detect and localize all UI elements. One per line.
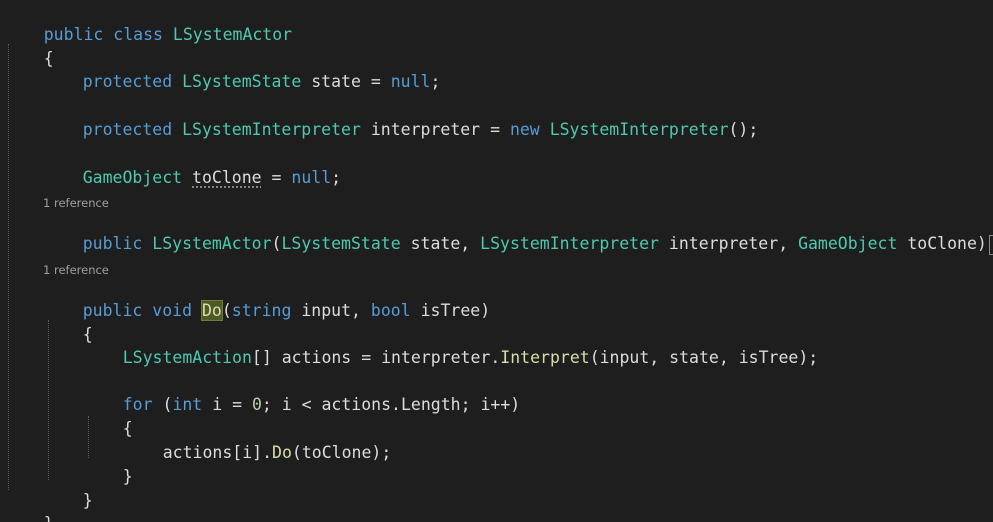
keyword: public bbox=[82, 234, 143, 253]
punctuation: ) bbox=[510, 395, 521, 414]
class-name: LSystemActor bbox=[172, 25, 293, 44]
keyword: new bbox=[509, 120, 540, 139]
parameter: state bbox=[410, 234, 461, 253]
code-line[interactable]: } bbox=[4, 491, 54, 522]
code-line[interactable]: for (int i = 0; i < actions.Length; i++) bbox=[83, 372, 520, 414]
keyword: null bbox=[390, 72, 431, 91]
highlighted-method-name[interactable]: Do bbox=[200, 300, 223, 321]
type-name: LSystemInterpreter bbox=[182, 120, 361, 139]
punctuation: ; bbox=[331, 168, 342, 187]
identifier: i bbox=[212, 395, 223, 414]
identifier: actions bbox=[281, 348, 352, 367]
code-editor[interactable]: public class LSystemActor { protected LS… bbox=[0, 0, 993, 522]
punctuation: . bbox=[490, 348, 501, 367]
method-name: Interpret bbox=[500, 348, 590, 367]
punctuation: . bbox=[391, 395, 401, 414]
punctuation: , bbox=[778, 234, 789, 253]
punctuation: ); bbox=[371, 443, 392, 462]
keyword: void bbox=[152, 301, 193, 320]
identifier: interpreter bbox=[370, 120, 481, 139]
code-line[interactable]: { bbox=[83, 396, 133, 438]
parameter: interpreter bbox=[668, 234, 779, 253]
code-line[interactable]: protected LSystemState state = null; bbox=[43, 49, 441, 91]
punctuation: ( bbox=[221, 301, 232, 320]
punctuation: (); bbox=[728, 120, 759, 139]
identifier: input bbox=[599, 348, 650, 367]
type-name: LSystemState bbox=[182, 72, 302, 91]
operator: = bbox=[370, 72, 381, 91]
punctuation: ; bbox=[261, 395, 272, 414]
collapsed-region-button[interactable]: ... bbox=[988, 234, 993, 255]
identifier: state bbox=[311, 72, 361, 91]
code-line[interactable]: } bbox=[43, 468, 93, 510]
operator: = bbox=[232, 395, 242, 414]
keyword: null bbox=[291, 168, 332, 187]
identifier: actions bbox=[162, 443, 233, 462]
punctuation: ; bbox=[460, 395, 471, 414]
punctuation: , bbox=[649, 348, 660, 367]
brace: } bbox=[44, 514, 54, 522]
code-line[interactable]: LSystemAction[] actions = interpreter.In… bbox=[83, 325, 818, 367]
punctuation: ( bbox=[162, 395, 173, 414]
codelens-references[interactable]: 1 reference bbox=[43, 196, 109, 210]
type-name: LSystemAction bbox=[122, 348, 252, 367]
code-line[interactable]: } bbox=[83, 444, 133, 486]
identifier: i bbox=[281, 395, 292, 414]
code-line[interactable]: { bbox=[4, 26, 54, 68]
brace: } bbox=[82, 491, 93, 510]
number-literal: 0 bbox=[251, 395, 262, 414]
parameter: input bbox=[301, 301, 352, 320]
indent-guide bbox=[8, 44, 9, 490]
punctuation: ; bbox=[430, 72, 441, 91]
class-name: LSystemActor bbox=[152, 234, 272, 253]
brace: } bbox=[122, 467, 133, 486]
identifier: toClone bbox=[301, 443, 372, 462]
punctuation: [i] bbox=[232, 443, 263, 462]
keyword: int bbox=[172, 395, 203, 414]
punctuation: ) bbox=[480, 301, 491, 320]
punctuation: [] bbox=[251, 348, 272, 367]
keyword: protected bbox=[82, 120, 173, 139]
type-name: GameObject bbox=[82, 168, 183, 187]
code-line[interactable]: GameObject toClone = null; bbox=[43, 145, 341, 187]
operator: = bbox=[361, 348, 372, 367]
operator: < bbox=[301, 395, 312, 414]
punctuation: , bbox=[351, 301, 361, 320]
operator: = bbox=[271, 168, 282, 187]
punctuation: ); bbox=[798, 348, 819, 367]
keyword: bool bbox=[370, 301, 411, 320]
identifier: i++ bbox=[480, 395, 511, 414]
type-name: GameObject bbox=[798, 234, 898, 253]
identifier: state bbox=[669, 348, 719, 367]
method-name: Do bbox=[272, 443, 292, 462]
parameter: toClone bbox=[907, 234, 977, 253]
code-line[interactable]: protected LSystemInterpreter interpreter… bbox=[43, 97, 759, 139]
keyword: string bbox=[231, 301, 292, 320]
type-name: LSystemState bbox=[281, 234, 401, 253]
identifier: isTree bbox=[738, 348, 799, 367]
code-line[interactable]: actions[i].Do(toClone); bbox=[123, 420, 392, 462]
punctuation: ( bbox=[291, 443, 302, 462]
type-name: LSystemInterpreter bbox=[549, 120, 729, 139]
codelens-references[interactable]: 1 reference bbox=[43, 263, 109, 277]
identifier: interpreter bbox=[381, 348, 491, 367]
punctuation: . bbox=[262, 443, 273, 462]
identifier: actions bbox=[321, 395, 392, 414]
property: Length bbox=[400, 395, 461, 414]
type-name: LSystemInterpreter bbox=[480, 234, 659, 253]
keyword: protected bbox=[82, 72, 173, 91]
code-line[interactable]: public class LSystemActor bbox=[4, 2, 292, 44]
operator: = bbox=[490, 120, 500, 139]
punctuation: ) bbox=[976, 234, 987, 253]
code-line[interactable]: { bbox=[43, 302, 93, 344]
code-line[interactable]: public LSystemActor(LSystemState state, … bbox=[43, 211, 993, 255]
identifier[interactable]: toClone bbox=[192, 168, 262, 187]
parameter: isTree bbox=[420, 301, 481, 320]
punctuation: ( bbox=[589, 348, 600, 367]
keyword: class bbox=[113, 25, 163, 44]
punctuation: , bbox=[718, 348, 729, 367]
code-line[interactable]: public void Do(string input, bool isTree… bbox=[43, 278, 490, 321]
punctuation: ( bbox=[271, 234, 282, 253]
punctuation: , bbox=[460, 234, 471, 253]
